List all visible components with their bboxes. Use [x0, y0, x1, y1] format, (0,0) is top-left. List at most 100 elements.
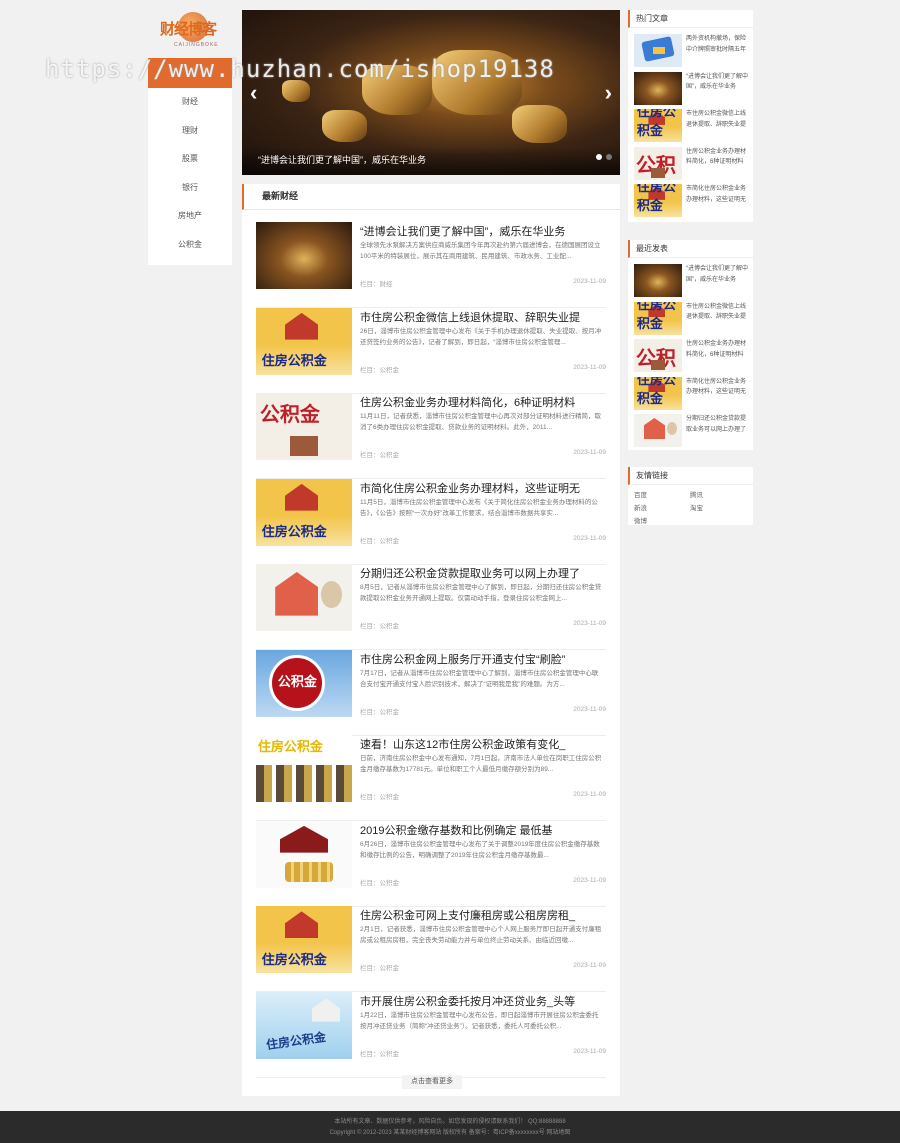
sidebar-thumbnail[interactable] [634, 71, 682, 105]
article-title[interactable]: 速看！山东这12市住房公积金政策有变化_ [360, 736, 604, 752]
article-thumbnail[interactable]: 公积金 [256, 393, 352, 460]
article-excerpt: 11月5日，淄博市住房公积金管理中心发布《关于简化住房公积金业务办理材料的公告》… [360, 498, 598, 517]
nav-item-stocks[interactable]: 股票 [148, 145, 232, 174]
article-title[interactable]: “进博会让我们更了解中国”，威乐在华业务 [360, 223, 604, 239]
sidebar-thumbnail[interactable]: 公积金 [634, 146, 682, 180]
article-date: 2023-11-09 [573, 620, 606, 627]
article-thumbnail[interactable]: 公积金 [256, 649, 352, 717]
article-card[interactable]: 公积金 住房公积金业务办理材料简化，6种证明材料 11月11日，记者获悉，淄博市住房… [256, 393, 606, 479]
article-card[interactable]: 2019公积金缴存基数和比例确定 最低基 6月26日，淄博市住房公积金管理中心发布… [256, 820, 606, 907]
sidebar-thumbnail[interactable]: 住房公积金 [634, 109, 682, 142]
article-date: 2023-11-09 [573, 791, 606, 798]
nav-item-housing-fund[interactable]: 公积金 [148, 231, 232, 260]
sidebar-article-title[interactable]: 住房公积金业务办理材料简化，6种证明材料 [686, 339, 750, 372]
sidebar-article[interactable]: “进博会让我们更了解中国”，威乐在华业务 [634, 264, 751, 298]
article-thumbnail[interactable] [256, 564, 352, 631]
article-card[interactable]: 住房公积金 住房公积金可网上支付廉租房或公租房房租_ 2月1日，记者获悉，淄博市住房… [256, 906, 606, 992]
sidebar-article-title[interactable]: 市住房公积金微信上线退休提取、辞职失业提 [686, 109, 750, 142]
sidebar-article[interactable]: 住房公积金 市简化住房公积金业务办理材料，这些证明无 [634, 376, 751, 411]
nav-home-active[interactable] [148, 58, 232, 88]
nav-item-realestate[interactable]: 房地产 [148, 202, 232, 231]
sidebar-thumbnail[interactable]: 公积金 [634, 339, 682, 372]
article-date: 2023-11-09 [573, 1047, 606, 1055]
article-title[interactable]: 市住房公积金网上服务厅开通支付宝“刷脸” [360, 651, 604, 667]
article-title[interactable]: 市住房公积金微信上线退休提取、辞职失业提 [360, 309, 604, 325]
footer-copyright: Copyright © 2012-2023 某某财经博客网站 版权所有 备案号：… [329, 1130, 571, 1136]
footer-disclaimer: 本站所有文章、数据仅供参考，风险自负。如您发现的侵权请联系我们！ QQ:8888… [334, 1119, 566, 1125]
sidebar-article-title[interactable]: “进博会让我们更了解中国”，威乐在华业务 [686, 264, 750, 297]
article-card[interactable]: “进博会让我们更了解中国”，威乐在华业务 全球领先水泵解决方案供应商威乐集团今年再… [256, 222, 606, 308]
article-category: 栏目：公积金 [360, 794, 399, 801]
sidebar-article-title[interactable]: 市简化住房公积金业务办理材料，这些证明无 [686, 377, 750, 410]
article-excerpt: 26日，淄博市住房公积金管理中心发布《关于手机办理退休提取、失业提取、按月冲还贷… [360, 327, 602, 346]
article-thumbnail[interactable] [256, 222, 352, 289]
article-title[interactable]: 2019公积金缴存基数和比例确定 最低基 [360, 822, 604, 838]
article-card[interactable]: 住房公积金 速看！山东这12市住房公积金政策有变化_ 日前，济南住房公积金中心发布通… [256, 735, 606, 821]
sidebar-article[interactable]: 两外资机构撤场，保险中介牌照审批时隔五年 [634, 34, 751, 68]
article-title[interactable]: 住房公积金业务办理材料简化，6种证明材料 [360, 394, 604, 410]
sidebar-thumbnail[interactable] [634, 414, 682, 447]
article-title[interactable]: 分期归还公积金贷款提取业务可以网上办理了 [360, 565, 604, 581]
article-title[interactable]: 市简化住房公积金业务办理材料，这些证明无 [360, 480, 604, 496]
sidebar-thumbnail[interactable] [634, 34, 682, 67]
article-date: 2023-11-09 [573, 278, 606, 285]
article-card[interactable]: 住房公积金 市住房公积金微信上线退休提取、辞职失业提 26日，淄博市住房公积金管理中… [256, 307, 606, 394]
article-category: 栏目：财经 [360, 281, 393, 288]
friend-link[interactable]: 新浪 [634, 502, 690, 512]
article-excerpt: 11月11日，记者获悉，淄博市住房公积金管理中心再次对部分证明材料进行精简，取消… [360, 413, 601, 431]
sidebar-article[interactable]: 公积金住房公积金业务办理材料简化，6种证明材料 [634, 146, 751, 181]
article-thumbnail[interactable] [256, 820, 352, 888]
article-title[interactable]: 住房公积金可网上支付廉租房或公租房房租_ [360, 907, 604, 923]
article-thumbnail[interactable]: 住房公积金 [256, 478, 352, 546]
article-category: 栏目：公积金 [360, 708, 399, 716]
friend-link[interactable]: 腾讯 [690, 489, 746, 499]
friend-link[interactable]: 微博 [634, 515, 690, 525]
sidebar-article-title[interactable]: 市住房公积金微信上线退休提取、辞职失业提 [686, 302, 750, 335]
article-excerpt: 7月17日，记者从淄博市住房公积金管理中心了解到，淄博市住房公积金管理中心联合支… [360, 669, 599, 688]
sidebar-article-title[interactable]: 市简化住房公积金业务办理材料，这些证明无 [686, 184, 750, 217]
nav-item-wealth[interactable]: 理财 [148, 117, 232, 146]
article-thumbnail[interactable]: 住房公积金 [256, 735, 352, 802]
friend-links-widget: 友情链接 百度 腾讯 新浪 淘宝 微博 [628, 467, 753, 525]
article-thumbnail[interactable]: 住房公积金 [256, 307, 352, 375]
sidebar-article[interactable]: 住房公积金 市简化住房公积金业务办理材料，这些证明无 [634, 184, 751, 218]
article-card[interactable]: 住房公积金 市开展住房公积金委托按月冲还贷业务_头等 1月22日，淄博市住房公积金管… [256, 991, 606, 1078]
sidebar-article[interactable]: 住房公积金 市住房公积金微信上线退休提取、辞职失业提 [634, 109, 751, 143]
article-title[interactable]: 市开展住房公积金委托按月冲还贷业务_头等 [360, 993, 604, 1009]
carousel-next-icon[interactable]: › [605, 80, 612, 106]
friend-link[interactable]: 百度 [634, 489, 690, 499]
article-card[interactable]: 住房公积金 市简化住房公积金业务办理材料，这些证明无 11月5日，淄博市住房公积金管… [256, 478, 606, 565]
sidebar-thumbnail[interactable] [634, 264, 682, 297]
load-more-button[interactable]: 点击查看更多 [402, 1075, 462, 1089]
article-date: 2023-11-09 [573, 876, 606, 884]
sidebar-article-title[interactable]: “进博会让我们更了解中国”，威乐在华业务 [686, 72, 750, 105]
article-thumbnail[interactable]: 住房公积金 [256, 906, 352, 973]
sidebar-article-title[interactable]: 住房公积金业务办理材料简化，6种证明材料 [686, 147, 750, 180]
carousel-dot[interactable] [606, 154, 612, 160]
sidebar-article-title[interactable]: 分期归还公积金贷款提取业务可以网上办理了 [686, 414, 750, 447]
sidebar-thumbnail[interactable]: 住房公积金 [634, 301, 682, 335]
article-category: 栏目：公积金 [360, 366, 399, 374]
article-card[interactable]: 公积金 市住房公积金网上服务厅开通支付宝“刷脸” 7月17日，记者从淄博市住房公积金… [256, 649, 606, 736]
article-category: 栏目：公积金 [360, 965, 399, 972]
nav-item-bank[interactable]: 银行 [148, 174, 232, 203]
article-card[interactable]: 分期归还公积金贷款提取业务可以网上办理了 8月5日，记者从淄博市住房公积金管理中心… [256, 564, 606, 650]
sidebar-article-title[interactable]: 两外资机构撤场，保险中介牌照审批时隔五年 [686, 34, 750, 67]
site-logo[interactable]: 财经博客 CAIJINGBOKE [160, 12, 222, 48]
carousel-dot[interactable] [596, 154, 602, 160]
friend-link[interactable]: 淘宝 [690, 502, 746, 512]
sidebar-thumbnail[interactable]: 住房公积金 [634, 184, 682, 217]
carousel-dots [592, 147, 612, 165]
nav-item-finance[interactable]: 财经 [148, 88, 232, 117]
sidebar-article[interactable]: 公积金住房公积金业务办理材料简化，6种证明材料 [634, 339, 751, 373]
sidebar-article[interactable]: 分期归还公积金贷款提取业务可以网上办理了 [634, 414, 751, 448]
sidebar-article[interactable]: “进博会让我们更了解中国”，威乐在华业务 [634, 71, 751, 106]
carousel-caption[interactable]: “进博会让我们更了解中国”，威乐在华业务 [242, 147, 620, 175]
article-thumbnail[interactable]: 住房公积金 [256, 991, 352, 1059]
hero-carousel[interactable]: ‹ › “进博会让我们更了解中国”，威乐在华业务 [242, 10, 620, 175]
carousel-prev-icon[interactable]: ‹ [250, 80, 257, 106]
site-footer: 本站所有文章、数据仅供参考，风险自负。如您发现的侵权请联系我们！ QQ:8888… [0, 1111, 900, 1143]
article-date: 2023-11-09 [573, 962, 606, 969]
sidebar-thumbnail[interactable]: 住房公积金 [634, 376, 682, 410]
sidebar-article[interactable]: 住房公积金 市住房公积金微信上线退休提取、辞职失业提 [634, 301, 751, 336]
